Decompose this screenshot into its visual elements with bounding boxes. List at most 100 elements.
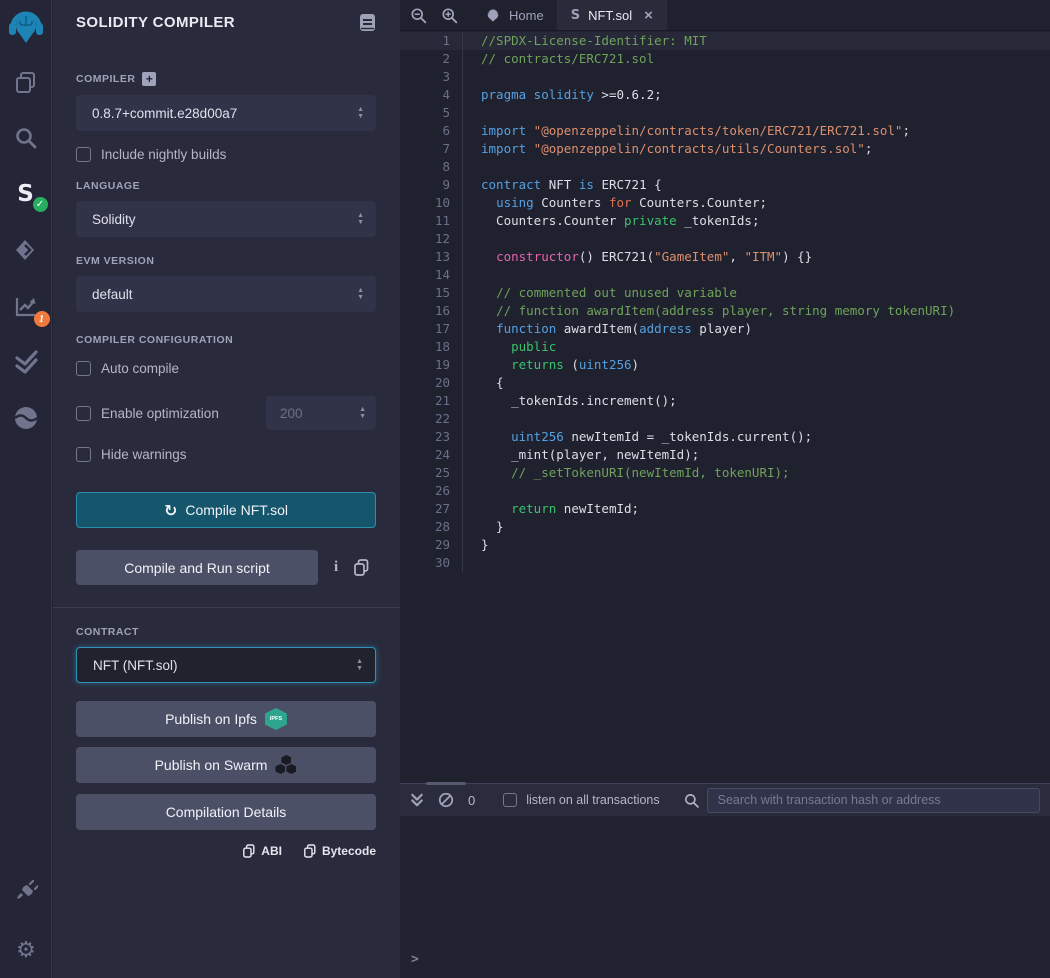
terminal-output[interactable]: >	[400, 816, 1050, 976]
publish-swarm-button[interactable]: Publish on Swarm	[76, 747, 376, 783]
line-number: 7	[400, 140, 463, 158]
compile-success-badge: ✓	[33, 197, 48, 212]
add-compiler-icon[interactable]: +	[142, 72, 156, 86]
code-line-20[interactable]: 20 {	[400, 374, 1050, 392]
code-line-6[interactable]: 6import "@openzeppelin/contracts/token/E…	[400, 122, 1050, 140]
code-line-19[interactable]: 19 returns (uint256)	[400, 356, 1050, 374]
copy-bytecode-button[interactable]: Bytecode	[304, 844, 376, 858]
line-number: 26	[400, 482, 463, 500]
collapse-terminal-icon[interactable]	[410, 793, 424, 808]
code-line-13[interactable]: 13 constructor() ERC721("GameItem", "ITM…	[400, 248, 1050, 266]
swarm-icon	[275, 755, 297, 775]
line-number: 30	[400, 554, 463, 572]
zoom-out-icon[interactable]	[410, 7, 427, 24]
compiler-configuration-label: COMPILER CONFIGURATION	[76, 334, 376, 346]
terminal-prompt: >	[411, 952, 419, 967]
documentation-icon[interactable]	[359, 13, 376, 32]
code-line-10[interactable]: 10 using Counters for Counters.Counter;	[400, 194, 1050, 212]
compile-button[interactable]: ↻ Compile NFT.sol	[76, 492, 376, 528]
listen-transactions-label: listen on all transactions	[526, 793, 659, 807]
copy-icon	[304, 844, 316, 858]
info-icon[interactable]: i	[334, 559, 338, 576]
unit-testing-icon[interactable]	[6, 342, 46, 382]
line-number: 18	[400, 338, 463, 356]
publish-ipfs-button[interactable]: Publish on Ipfs IPFS	[76, 701, 376, 737]
section-divider	[53, 607, 400, 608]
code-line-9[interactable]: 9contract NFT is ERC721 {	[400, 176, 1050, 194]
hide-warnings-checkbox[interactable]	[76, 447, 91, 462]
line-number: 14	[400, 266, 463, 284]
plugin-manager-icon[interactable]	[6, 872, 46, 912]
remix-ide-window: S ✓ 1	[0, 0, 1050, 978]
compilation-details-button[interactable]: Compilation Details	[76, 794, 376, 830]
settings-icon[interactable]: ⚙	[6, 930, 46, 970]
deploy-and-run-icon[interactable]	[6, 230, 46, 270]
close-tab-icon[interactable]: ×	[644, 7, 653, 24]
contract-select[interactable]: NFT (NFT.sol) ▲▼	[76, 647, 376, 683]
solidity-compiler-icon[interactable]: S ✓	[6, 174, 46, 214]
file-explorer-icon[interactable]	[6, 62, 46, 102]
code-line-12[interactable]: 12	[400, 230, 1050, 248]
code-line-23[interactable]: 23 uint256 newItemId = _tokenIds.current…	[400, 428, 1050, 446]
tab-nft-sol[interactable]: S NFT.sol ×	[558, 0, 667, 30]
code-line-1[interactable]: 1//SPDX-License-Identifier: MIT	[400, 32, 1050, 50]
include-nightly-checkbox[interactable]	[76, 147, 91, 162]
code-line-4[interactable]: 4pragma solidity >=0.6.2;	[400, 86, 1050, 104]
language-select[interactable]: Solidity ▲▼	[76, 201, 376, 237]
code-line-15[interactable]: 15 // commented out unused variable	[400, 284, 1050, 302]
line-number: 19	[400, 356, 463, 374]
code-line-25[interactable]: 25 // _setTokenURI(newItemId, tokenURI);	[400, 464, 1050, 482]
line-number: 28	[400, 518, 463, 536]
compiler-version-value: 0.8.7+commit.e28d00a7	[92, 106, 237, 121]
code-line-5[interactable]: 5	[400, 104, 1050, 122]
hide-warnings-row: Hide warnings	[76, 447, 376, 462]
include-nightly-row: Include nightly builds	[76, 147, 376, 162]
line-number: 22	[400, 410, 463, 428]
code-line-30[interactable]: 30	[400, 554, 1050, 572]
code-line-27[interactable]: 27 return newItemId;	[400, 500, 1050, 518]
enable-optimization-checkbox[interactable]	[76, 406, 91, 421]
zoom-in-icon[interactable]	[441, 7, 458, 24]
enable-optimization-label: Enable optimization	[101, 406, 219, 421]
line-number: 3	[400, 68, 463, 86]
line-number: 5	[400, 104, 463, 122]
statistics-icon[interactable]: 1	[6, 286, 46, 326]
listen-transactions-checkbox[interactable]	[503, 793, 517, 807]
code-line-29[interactable]: 29}	[400, 536, 1050, 554]
code-line-22[interactable]: 22	[400, 410, 1050, 428]
auto-compile-checkbox[interactable]	[76, 361, 91, 376]
code-line-8[interactable]: 8	[400, 158, 1050, 176]
code-line-17[interactable]: 17 function awardItem(address player)	[400, 320, 1050, 338]
terminal-drag-handle[interactable]	[426, 782, 466, 785]
code-line-21[interactable]: 21 _tokenIds.increment();	[400, 392, 1050, 410]
compiler-version-select[interactable]: 0.8.7+commit.e28d00a7 ▲▼	[76, 95, 376, 131]
code-line-14[interactable]: 14	[400, 266, 1050, 284]
chevron-updown-icon: ▲▼	[357, 288, 364, 301]
line-number: 8	[400, 158, 463, 176]
code-line-11[interactable]: 11 Counters.Counter private _tokenIds;	[400, 212, 1050, 230]
copy-abi-button[interactable]: ABI	[243, 844, 282, 858]
solidity-compiler-panel: SOLIDITY COMPILER COMPILER + 0.8.7+commi…	[53, 0, 400, 978]
transaction-search-input[interactable]	[707, 788, 1040, 813]
line-number: 20	[400, 374, 463, 392]
evm-version-select[interactable]: default ▲▼	[76, 276, 376, 312]
code-line-2[interactable]: 2// contracts/ERC721.sol	[400, 50, 1050, 68]
tab-home[interactable]: Home	[472, 0, 558, 30]
search-icon[interactable]	[6, 118, 46, 158]
code-line-16[interactable]: 16 // function awardItem(address player,…	[400, 302, 1050, 320]
code-line-18[interactable]: 18 public	[400, 338, 1050, 356]
code-line-28[interactable]: 28 }	[400, 518, 1050, 536]
code-line-7[interactable]: 7import "@openzeppelin/contracts/utils/C…	[400, 140, 1050, 158]
clear-console-icon[interactable]	[438, 792, 454, 808]
remix-logo-icon[interactable]	[6, 6, 46, 46]
compile-and-run-button[interactable]: Compile and Run script	[76, 550, 318, 585]
line-number: 1	[400, 32, 463, 50]
copy-icon[interactable]	[354, 559, 369, 576]
line-number: 11	[400, 212, 463, 230]
code-line-24[interactable]: 24 _mint(player, newItemId);	[400, 446, 1050, 464]
code-area[interactable]: 1//SPDX-License-Identifier: MIT2// contr…	[400, 32, 1050, 783]
remix-home-icon	[485, 7, 501, 23]
code-line-3[interactable]: 3	[400, 68, 1050, 86]
sourcify-icon[interactable]	[6, 398, 46, 438]
code-line-26[interactable]: 26	[400, 482, 1050, 500]
